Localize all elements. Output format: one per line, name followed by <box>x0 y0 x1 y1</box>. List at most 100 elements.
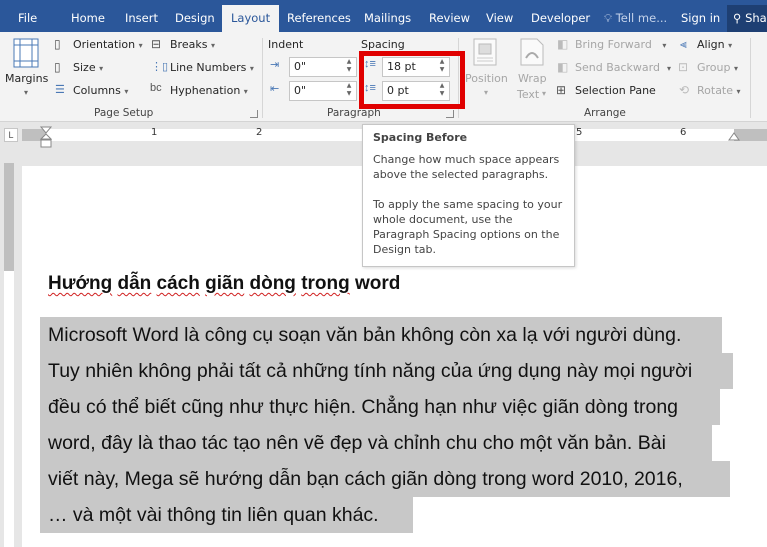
spinner-arrows-icon[interactable]: ▲ ▼ <box>342 82 356 100</box>
indent-right-value: 0" <box>294 84 307 97</box>
selected-text-line[interactable]: đều có thể biết cũng như thực hiện. Chẳn… <box>40 389 720 425</box>
ruler-number: 6 <box>680 127 687 138</box>
chevron-down-icon: ▾ <box>24 88 29 97</box>
bring-forward-button[interactable]: Bring Forward ▾ <box>575 38 666 51</box>
heading-word: dẫn <box>117 273 152 294</box>
vertical-ruler-margin <box>4 163 14 271</box>
wrap-text-label-1: Wrap <box>518 72 547 85</box>
chevron-down-icon: ▾ <box>662 41 667 50</box>
send-backward-label: Send Backward <box>575 61 660 74</box>
spacing-label: Spacing <box>361 38 405 51</box>
group-button[interactable]: Group ▾ <box>697 61 738 74</box>
hyphenation-button[interactable]: Hyphenation ▾ <box>170 84 248 97</box>
align-button[interactable]: Align ▾ <box>697 38 732 51</box>
tell-me-search[interactable]: 💡︎ Tell me... <box>604 0 667 32</box>
selected-text-line[interactable]: … và một vài thông tin liên quan khác. <box>40 497 413 533</box>
tooltip-line: Change how much space appears <box>373 153 560 166</box>
position-label: Position <box>465 72 508 85</box>
line-numbers-label: Line Numbers <box>170 61 247 74</box>
indent-label: Indent <box>268 38 304 51</box>
sign-in-link[interactable]: Sign in <box>681 0 720 36</box>
line-numbers-button[interactable]: Line Numbers ▾ <box>170 61 254 74</box>
heading-word: word <box>355 273 401 294</box>
chevron-down-icon: ▾ <box>666 64 671 73</box>
heading-word: giãn <box>205 273 245 294</box>
tab-developer[interactable]: Developer <box>531 0 590 32</box>
size-button[interactable]: Size ▾ <box>73 61 103 74</box>
bring-forward-label: Bring Forward <box>575 38 652 51</box>
columns-button[interactable]: Columns ▾ <box>73 84 128 97</box>
selected-text-line[interactable]: viết này, Mega sẽ hướng dẫn bạn cách giã… <box>40 461 730 497</box>
person-add-icon: ⚲ <box>733 11 742 25</box>
document-heading[interactable]: Hướng dẫn cách giãn dòng trong word <box>48 273 400 295</box>
ruler-number: 1 <box>151 127 158 138</box>
group-separator <box>262 38 263 118</box>
send-backward-icon: ◧ <box>557 60 569 74</box>
wrap-text-label-2: Text <box>517 88 540 101</box>
orientation-label: Orientation <box>73 38 136 51</box>
chevron-down-icon: ▾ <box>728 41 733 50</box>
tooltip-line: Paragraph Spacing options on the <box>373 228 560 241</box>
selected-text-line[interactable]: Tuy nhiên không phải tất cả những tính n… <box>40 353 733 389</box>
tab-mailings[interactable]: Mailings <box>364 0 411 32</box>
chevron-down-icon: ▾ <box>210 41 215 50</box>
indent-left-value: 0" <box>294 60 307 73</box>
rotate-button[interactable]: Rotate ▾ <box>697 84 741 97</box>
align-icon: ⫷ <box>680 37 687 51</box>
breaks-icon: ⊟ <box>151 37 162 51</box>
size-label: Size <box>73 61 96 74</box>
spacing-before-tooltip: Spacing Before Change how much space app… <box>362 124 575 267</box>
chevron-down-icon: ▾ <box>484 88 489 97</box>
tab-view[interactable]: View <box>486 0 513 32</box>
margins-label: Margins <box>5 72 49 85</box>
columns-icon: ☰ <box>55 84 65 96</box>
paragraph-dialog-launcher[interactable] <box>446 110 454 118</box>
share-button[interactable]: ⚲ Share <box>727 5 767 32</box>
tab-review[interactable]: Review <box>429 0 470 32</box>
spinner-arrows-icon[interactable]: ▲ ▼ <box>342 58 356 76</box>
ruler-number: 2 <box>256 127 263 138</box>
chevron-down-icon: ▾ <box>736 87 741 96</box>
hyphenation-label: Hyphenation <box>170 84 241 97</box>
chevron-down-icon: ▾ <box>249 64 254 73</box>
chevron-down-icon: ▾ <box>124 87 129 96</box>
breaks-button[interactable]: Breaks ▾ <box>170 38 215 51</box>
tab-home[interactable]: Home <box>71 0 105 32</box>
selected-text-line[interactable]: Microsoft Word là công cụ soạn văn bản k… <box>40 317 722 353</box>
rotate-icon: ⟲ <box>679 83 690 97</box>
tooltip-line: above the selected paragraphs. <box>373 168 549 181</box>
indent-right-input[interactable]: 0" ▲ ▼ <box>289 81 357 101</box>
group-label: Group <box>697 61 731 74</box>
group-icon: ⊡ <box>678 60 689 74</box>
share-label: Share <box>745 11 767 25</box>
lightbulb-icon: 💡︎ <box>604 11 613 25</box>
position-icon <box>473 38 497 66</box>
send-backward-button[interactable]: Send Backward ▾ <box>575 61 671 74</box>
selected-text-line[interactable]: word, đây là thao tác tạo nên vẽ đẹp và … <box>40 425 712 461</box>
tab-layout[interactable]: Layout <box>222 5 280 32</box>
page-setup-dialog-launcher[interactable] <box>250 110 258 118</box>
line-numbers-icon: ⋮▯ <box>151 61 169 73</box>
heading-word: Hướng <box>48 273 113 294</box>
tab-insert[interactable]: Insert <box>125 0 158 32</box>
tab-design[interactable]: Design <box>175 0 215 32</box>
tab-references[interactable]: References <box>287 0 351 32</box>
margins-icon <box>13 38 39 68</box>
selection-pane-button[interactable]: Selection Pane <box>575 84 656 97</box>
hyphenation-icon: bc <box>150 82 162 94</box>
highlight-box <box>359 51 465 109</box>
tooltip-line: Design tab. <box>373 243 437 256</box>
orientation-button[interactable]: Orientation ▾ <box>73 38 143 51</box>
tooltip-line: whole document, use the <box>373 213 513 226</box>
indent-left-icon: ⇥ <box>270 59 280 71</box>
wrap-text-icon <box>520 38 544 66</box>
tab-selector-button[interactable]: L <box>4 128 18 142</box>
right-indent-handle[interactable] <box>728 132 740 142</box>
bring-forward-icon: ◧ <box>557 37 569 51</box>
heading-word: cách <box>156 273 200 294</box>
tab-file[interactable]: File <box>18 0 37 32</box>
chevron-down-icon: ▾ <box>99 64 104 73</box>
indent-marker-handle[interactable] <box>40 126 52 148</box>
indent-left-input[interactable]: 0" ▲ ▼ <box>289 57 357 77</box>
heading-word: dòng <box>249 273 296 294</box>
